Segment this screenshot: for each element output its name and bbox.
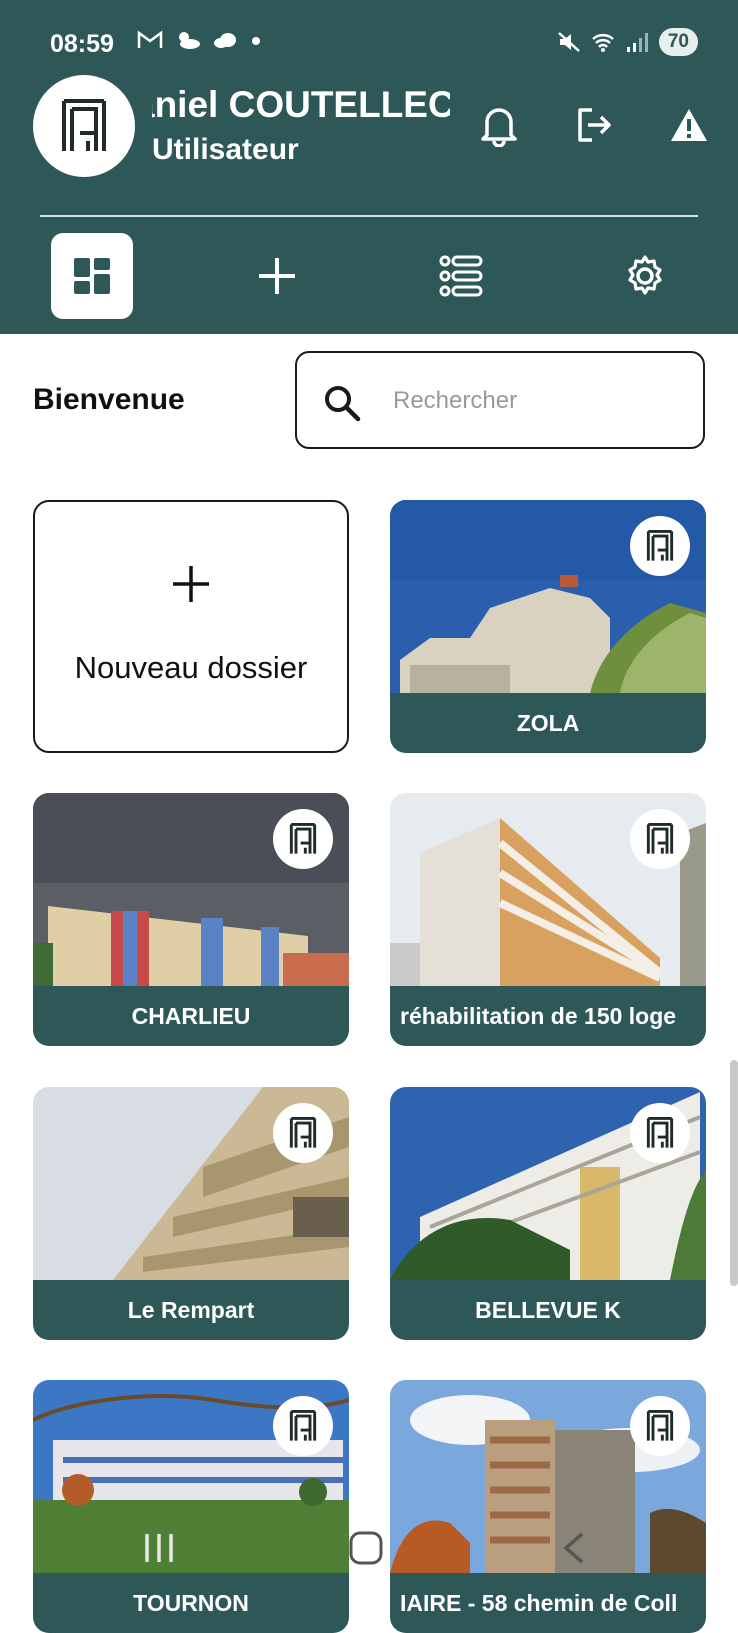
search-icon <box>325 386 361 422</box>
user-role: Utilisateur <box>152 133 299 166</box>
status-bar: 08:59 70 <box>0 26 738 62</box>
folder-card[interactable]: BELLEVUE K <box>390 1087 706 1340</box>
plus-icon <box>35 564 347 609</box>
grid-icon <box>74 258 110 294</box>
search-box[interactable] <box>295 351 705 449</box>
company-logo-badge <box>273 809 333 869</box>
battery-level: 70 <box>658 28 698 56</box>
company-logo-icon <box>62 99 106 151</box>
cloud-icon <box>214 33 237 48</box>
company-logo-badge <box>273 1396 333 1456</box>
weather-icon <box>178 32 200 49</box>
status-time: 08:59 <box>50 30 114 58</box>
folder-title: BELLEVUE K <box>390 1280 706 1340</box>
alert-button[interactable] <box>665 101 713 149</box>
company-logo-icon <box>646 529 674 561</box>
back-button[interactable] <box>556 1530 592 1571</box>
company-logo-icon <box>289 822 317 854</box>
mute-icon <box>558 32 580 52</box>
notifications-button[interactable] <box>475 101 523 149</box>
home-button[interactable] <box>348 1530 384 1571</box>
wifi-icon <box>592 34 614 52</box>
scrollbar[interactable] <box>730 1060 738 1286</box>
company-logo-icon <box>646 1409 674 1441</box>
company-logo-badge <box>630 516 690 576</box>
avatar[interactable] <box>33 75 135 177</box>
header-divider <box>40 215 698 217</box>
company-logo-icon <box>289 1116 317 1148</box>
page-title: Bienvenue <box>33 383 185 416</box>
notification-icons <box>137 30 262 56</box>
company-logo-badge <box>630 1396 690 1456</box>
logout-icon <box>578 108 611 142</box>
tab-settings[interactable] <box>604 233 686 319</box>
plus-icon <box>259 258 295 294</box>
company-logo-badge <box>630 1103 690 1163</box>
bell-icon <box>481 108 517 147</box>
search-input[interactable] <box>393 383 683 419</box>
recents-icon <box>145 1534 173 1562</box>
folder-title: CHARLIEU <box>33 986 349 1046</box>
company-logo-icon <box>646 822 674 854</box>
home-icon <box>349 1531 383 1565</box>
folder-title: réhabilitation de 150 loge <box>390 986 706 1046</box>
company-logo-icon <box>289 1409 317 1441</box>
system-icons: 70 <box>557 28 698 56</box>
tab-dashboard[interactable] <box>51 233 133 319</box>
folder-title: Le Rempart <box>33 1280 349 1340</box>
dot-icon <box>251 37 260 45</box>
gmail-icon <box>137 30 163 48</box>
folder-title: ZOLA <box>390 693 706 753</box>
new-folder-card[interactable]: Nouveau dossier <box>33 500 349 753</box>
recents-button[interactable] <box>142 1530 176 1571</box>
list-icon <box>439 255 483 297</box>
folder-card[interactable]: ZOLA <box>390 500 706 753</box>
gear-icon <box>628 255 662 295</box>
tab-list[interactable] <box>420 233 502 319</box>
logout-button[interactable] <box>570 101 618 149</box>
warning-icon <box>671 109 707 141</box>
back-icon <box>563 1532 584 1564</box>
app-header: 08:59 70 aniel COUTELLEC Utilisateur <box>0 0 738 334</box>
company-logo-badge <box>630 809 690 869</box>
company-logo-icon <box>646 1116 674 1148</box>
tab-add[interactable] <box>236 233 318 319</box>
company-logo-badge <box>273 1103 333 1163</box>
folder-card[interactable]: Le Rempart <box>33 1087 349 1340</box>
folder-card[interactable]: CHARLIEU <box>33 793 349 1046</box>
system-navigation-bar <box>0 1520 738 1600</box>
folder-card[interactable]: réhabilitation de 150 loge <box>390 793 706 1046</box>
signal-icon <box>626 33 648 52</box>
user-name: aniel COUTELLEC <box>152 84 450 125</box>
new-folder-label: Nouveau dossier <box>74 650 308 685</box>
